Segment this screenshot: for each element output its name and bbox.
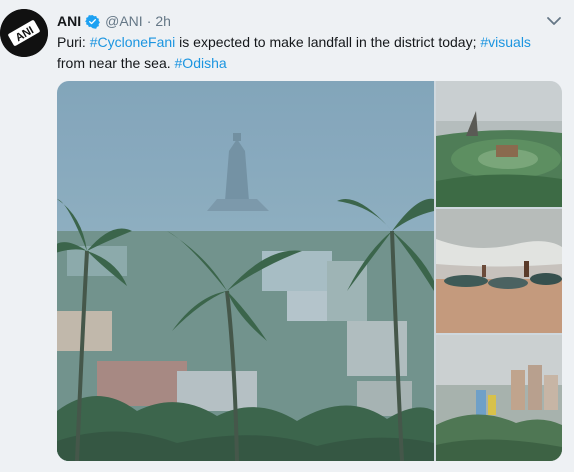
- tweet-header: ANI @ANI · 2h: [57, 11, 171, 31]
- hashtag-link[interactable]: #Odisha: [175, 55, 227, 71]
- tweet[interactable]: ANI ANI @ANI · 2h Puri: #CycloneFani is …: [0, 0, 574, 472]
- ani-logo: ANI: [0, 9, 48, 57]
- media-grid: [57, 81, 562, 461]
- tweet-text-part: from near the sea.: [57, 55, 175, 71]
- hashtag-link[interactable]: #visuals: [480, 34, 531, 50]
- photo-seaside-park[interactable]: [436, 81, 562, 207]
- hashtag-link[interactable]: #CycloneFani: [90, 34, 176, 50]
- header-separator: ·: [146, 13, 152, 29]
- photo-temple-palms[interactable]: [57, 81, 434, 461]
- tweet-text: Puri: #CycloneFani is expected to make l…: [57, 32, 562, 74]
- tweet-text-part: Puri:: [57, 34, 90, 50]
- photo-boats-beach[interactable]: [436, 209, 562, 333]
- tweet-timestamp[interactable]: 2h: [155, 13, 171, 29]
- author-avatar[interactable]: ANI: [0, 9, 48, 57]
- author-handle[interactable]: @ANI: [105, 13, 143, 29]
- author-name[interactable]: ANI: [57, 13, 81, 29]
- verified-badge-icon: [85, 14, 101, 29]
- chevron-down-icon[interactable]: [546, 14, 562, 28]
- tweet-text-part: is expected to make landfall in the dist…: [175, 34, 481, 50]
- photo-town-sea[interactable]: [436, 335, 562, 461]
